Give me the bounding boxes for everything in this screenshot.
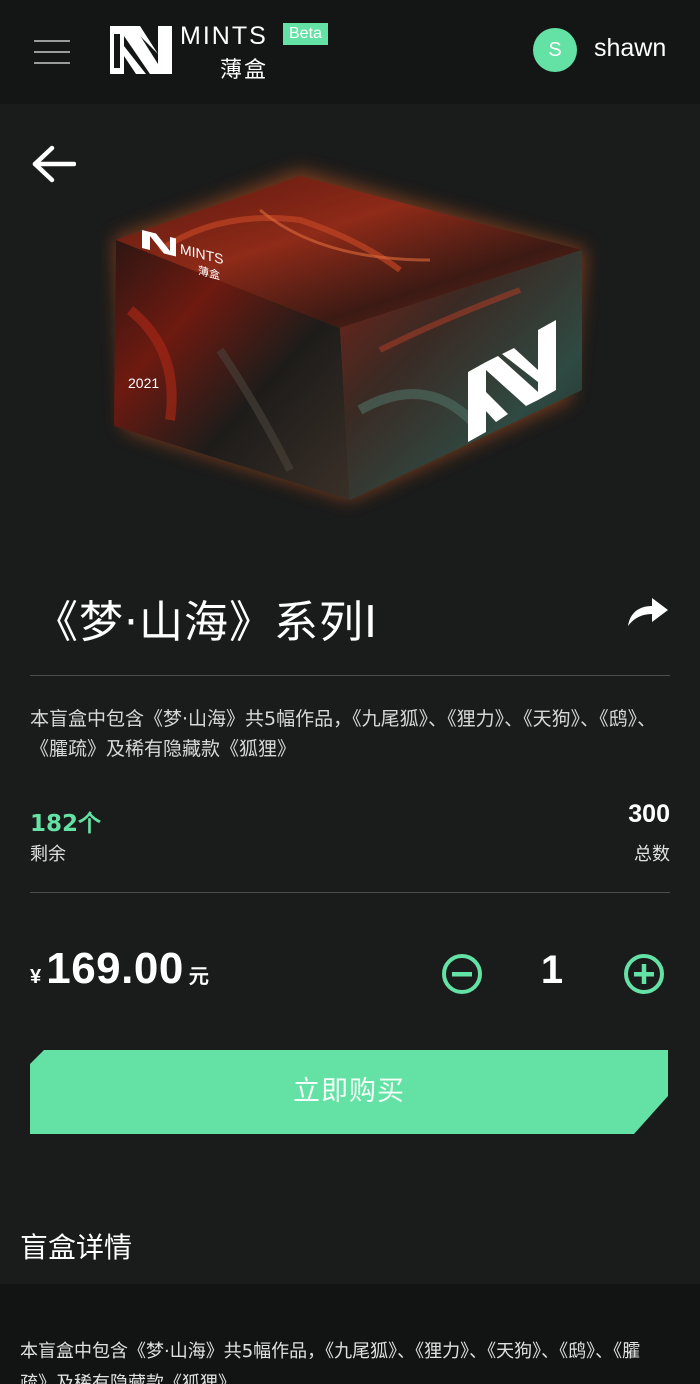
remaining-label: 剩余: [30, 844, 66, 865]
buy-now-label: 立即购买: [293, 1076, 405, 1107]
beta-badge: Beta: [283, 23, 328, 45]
arrow-left-icon[interactable]: [30, 144, 76, 184]
divider: [30, 675, 670, 676]
blind-box-image: MINTS 薄盒 2021: [100, 150, 600, 520]
price-amount: 169.00: [46, 944, 184, 993]
plus-circle-icon[interactable]: [622, 952, 666, 996]
product-title: 《梦·山海》系列I: [34, 597, 378, 648]
remaining-count: 182个: [30, 811, 102, 837]
product-description: 本盲盒中包含《梦·山海》共5幅作品，《九尾狐》、《狸力》、《天狗》、《鸱》、《臛…: [30, 708, 657, 760]
avatar[interactable]: S: [533, 28, 577, 72]
details-text: 本盲盒中包含《梦·山海》共5幅作品，《九尾狐》、《狸力》、《天狗》、《鸱》、《臛…: [20, 1341, 641, 1384]
logo-text: MINTS: [180, 22, 268, 50]
price-unit: 元: [188, 964, 209, 988]
share-icon[interactable]: [624, 594, 670, 628]
price-currency: ¥: [30, 966, 42, 988]
total-count: 300: [628, 800, 670, 828]
logo-subtitle: 薄盒: [220, 58, 269, 83]
price: ¥ 169.00 元: [30, 944, 209, 994]
mints-logo-icon: [110, 26, 172, 74]
top-header: MINTS 薄盒 Beta S shawn: [0, 0, 700, 104]
username[interactable]: shawn: [594, 34, 666, 63]
minus-circle-icon[interactable]: [440, 952, 484, 996]
total-label: 总数: [634, 844, 670, 865]
menu-icon[interactable]: [34, 38, 70, 66]
buy-now-button[interactable]: 立即购买: [30, 1050, 668, 1134]
divider: [30, 892, 670, 893]
quantity-value: 1: [540, 948, 564, 992]
box-year-text: 2021: [128, 375, 159, 391]
details-section-title: 盲盒详情: [20, 1231, 133, 1264]
mints-logo[interactable]: MINTS 薄盒 Beta: [110, 22, 340, 83]
